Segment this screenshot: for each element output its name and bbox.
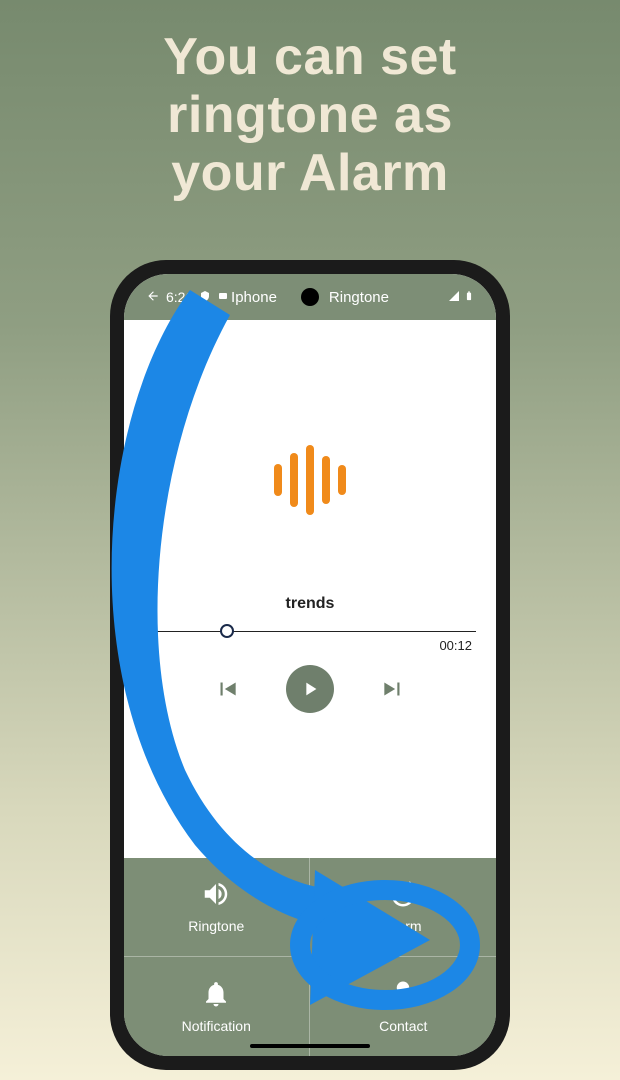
- status-bar: 6:26 IphoneRingtone: [124, 274, 496, 320]
- progress-thumb[interactable]: [220, 624, 234, 638]
- status-icon-card: [217, 289, 229, 305]
- bell-icon: [201, 979, 231, 1012]
- track-title: trends: [286, 595, 335, 613]
- notification-button[interactable]: Notification: [124, 958, 310, 1057]
- volume-icon: [201, 879, 231, 912]
- back-arrow-icon[interactable]: [146, 289, 160, 306]
- waveform-icon: [274, 445, 346, 515]
- ringtone-label: Ringtone: [188, 918, 244, 934]
- previous-button[interactable]: [214, 676, 240, 702]
- contact-label: Contact: [379, 1018, 427, 1034]
- action-grid: Ringtone Alarm Notification Contact: [124, 858, 496, 1056]
- alarm-clock-icon: [388, 879, 418, 912]
- player-area: trends 00:12: [124, 320, 496, 858]
- hero-line-2: ringtone as: [30, 86, 590, 144]
- hero-title: You can set ringtone as your Alarm: [0, 0, 620, 203]
- person-icon: [388, 979, 418, 1012]
- contact-button[interactable]: Contact: [311, 958, 497, 1057]
- phone-screen: 6:26 IphoneRingtone: [124, 274, 496, 1056]
- hero-line-1: You can set: [30, 28, 590, 86]
- elapsed-time: 00:12: [144, 638, 476, 653]
- notification-label: Notification: [182, 1018, 251, 1034]
- camera-notch: [301, 288, 319, 306]
- status-time: 6:26: [166, 289, 193, 305]
- play-button[interactable]: [286, 665, 334, 713]
- progress-slider[interactable]: [144, 631, 476, 632]
- home-indicator[interactable]: [250, 1044, 370, 1048]
- phone-frame: 6:26 IphoneRingtone: [110, 260, 510, 1070]
- status-icon-shield: [199, 289, 211, 305]
- alarm-label: Alarm: [385, 918, 422, 934]
- battery-icon: [464, 289, 474, 306]
- next-button[interactable]: [380, 676, 406, 702]
- alarm-button[interactable]: Alarm: [311, 858, 497, 957]
- ringtone-button[interactable]: Ringtone: [124, 858, 310, 957]
- hero-line-3: your Alarm: [30, 144, 590, 202]
- signal-icon: [447, 289, 461, 305]
